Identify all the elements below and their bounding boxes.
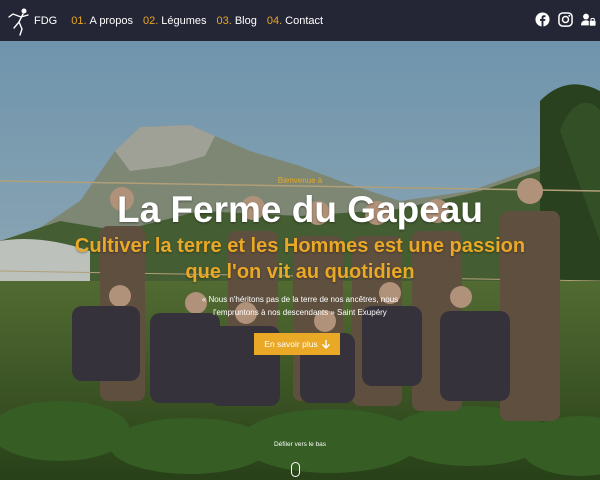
menu-item-label: Contact: [285, 14, 324, 27]
menu-item-number: 04.: [266, 14, 283, 27]
menu-item-label: A propos: [89, 14, 133, 27]
menu-item-number: 01.: [71, 14, 87, 27]
learn-more-button[interactable]: En savoir plus: [254, 333, 340, 355]
scroll-mouse-icon[interactable]: [291, 462, 300, 477]
menu-item-blog[interactable]: 03. Blog: [217, 15, 257, 27]
main-menu: 01. A propos 02. Légumes 03. Blog 04. Contac…: [71, 15, 333, 27]
menu-item-label: Blog: [234, 14, 257, 27]
menu-item-label: Légumes: [161, 14, 207, 27]
menu-item-contact[interactable]: 04. Contact: [267, 15, 323, 27]
instagram-icon[interactable]: [558, 12, 573, 27]
social-icons: [535, 12, 596, 27]
hero-eyebrow: Bienvenue à: [277, 176, 323, 185]
menu-item-legumes[interactable]: 02. Légumes: [143, 15, 207, 27]
brand-name: FDG: [34, 14, 58, 27]
menu-item-number: 02.: [142, 14, 159, 27]
scroll-down-label: Défiler vers le bas: [273, 441, 327, 448]
learn-more-label: En savoir plus: [264, 339, 318, 349]
top-navbar: FDG 01. A propos 02. Légumes 03. Blog 04. Co…: [0, 0, 600, 41]
facebook-icon[interactable]: [535, 12, 550, 27]
hero-quote: « Nous n'héritons pas de la terre de nos…: [201, 295, 399, 317]
dancer-logo-icon: [8, 8, 29, 36]
hero-subtitle: Cultiver la terre et les Hommes est une …: [74, 235, 526, 283]
user-lock-icon[interactable]: [581, 12, 596, 27]
brand[interactable]: FDG: [6, 6, 57, 36]
hero-title: La Ferme du Gapeau: [117, 189, 483, 230]
hero-section: Bienvenue à La Ferme du Gapeau Cultiver …: [0, 41, 600, 480]
arrow-down-icon: [321, 339, 330, 349]
menu-item-number: 03.: [216, 14, 232, 27]
menu-item-a-propos[interactable]: 01. A propos: [71, 15, 133, 27]
